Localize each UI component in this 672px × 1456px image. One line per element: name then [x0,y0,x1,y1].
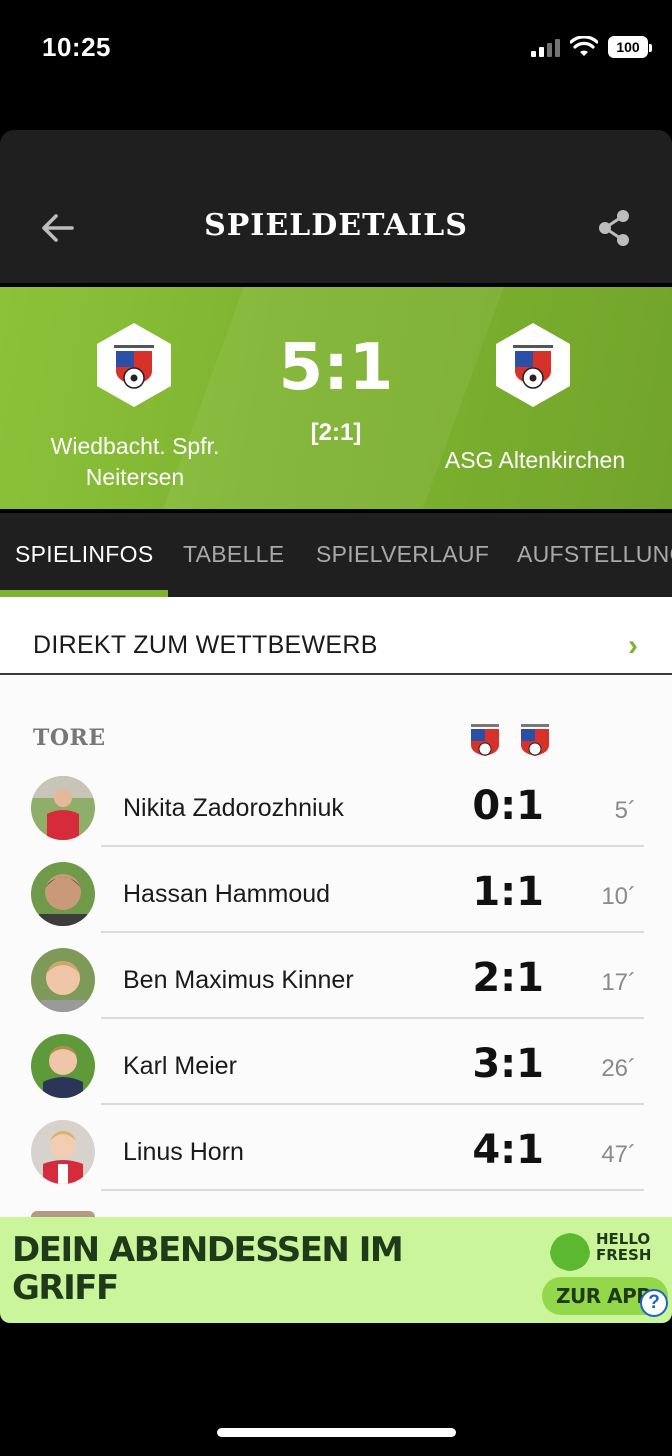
scorer-name: Karl Meier [123,1052,237,1080]
competition-link[interactable]: DIREKT ZUM WETTBEWERB › [0,597,672,675]
home-team-mini-logo [471,724,499,756]
tab-bar: SPIELINFOS TABELLE SPIELVERLAUF AUFSTELL… [0,513,672,597]
status-icons: 100 [531,36,652,58]
ad-brand-name: HELLO FRESH [596,1231,651,1263]
goal-score: 3:1 [472,1041,544,1087]
battery-icon: 100 [608,36,652,58]
goal-row[interactable]: Hassan Hammoud 1:1 10´ [0,847,672,933]
share-icon [599,210,629,246]
goal-minute: 5´ [614,797,636,824]
ad-headline-line-1: DEIN ABENDESSEN IM [12,1230,404,1270]
ad-brand-line-2: FRESH [596,1246,652,1264]
player-avatar [31,948,95,1012]
home-team-name[interactable]: Wiedbacht. Spfr. Neitersen [30,431,240,493]
ad-help-icon[interactable]: ? [640,1289,668,1317]
ad-brand-line-1: HELLO [596,1230,651,1248]
ad-banner[interactable]: DEIN ABENDESSEN IM GRIFF HELLO FRESH ZUR… [0,1217,672,1323]
halftime-score: [2:1] [310,419,362,446]
player-avatar [31,1034,95,1098]
home-team-logo[interactable] [94,321,174,409]
away-team-logo[interactable] [493,321,573,409]
goal-score: 1:1 [472,869,544,915]
status-time: 10:25 [42,32,111,62]
top-app-bar: SPIELDETAILS [0,130,672,283]
wifi-icon [570,36,598,56]
away-team-mini-logo [521,724,549,756]
cellular-signal-icon [531,37,560,57]
app-screen: SPIELDETAILS Wiedbacht. Spfr. Neitersen … [0,130,672,1456]
goal-row[interactable]: Linus Horn 4:1 47´ [0,1105,672,1191]
row-divider [101,1189,644,1191]
goal-minute: 26´ [601,1055,636,1082]
player-avatar [31,1120,95,1184]
page-title: SPIELDETAILS [204,208,468,243]
competition-link-label: DIREKT ZUM WETTBEWERB [33,631,378,659]
ad-headline-line-2: GRIFF [12,1268,119,1308]
goal-minute: 17´ [601,969,636,996]
match-scoreboard: Wiedbacht. Spfr. Neitersen 5:1 [2:1] ASG… [0,287,672,509]
goal-minute: 10´ [601,883,636,910]
scorer-name: Linus Horn [123,1138,244,1166]
scorer-name: Hassan Hammoud [123,880,331,908]
goal-minute: 47´ [601,1141,636,1168]
chevron-right-icon: › [628,629,638,662]
status-bar: 10:25 100 [0,0,672,100]
ad-headline: DEIN ABENDESSEN IM GRIFF [12,1230,404,1308]
scorer-name: Nikita Zadorozhniuk [123,794,344,822]
player-avatar [31,776,95,840]
goals-heading: TORE [33,725,106,751]
share-button[interactable] [592,206,636,250]
tab-aufstellung[interactable]: AUFSTELLUNG [517,541,672,568]
goal-row[interactable]: Karl Meier 3:1 26´ [0,1019,672,1105]
goal-score: 2:1 [472,955,544,1001]
goal-score: 0:1 [472,783,544,829]
active-tab-indicator [0,590,168,597]
goal-row[interactable]: Nikita Zadorozhniuk 0:1 5´ [0,761,672,847]
tab-spielinfos[interactable]: SPIELINFOS [15,541,153,568]
final-score: 5:1 [278,331,394,405]
tab-spielverlauf[interactable]: SPIELVERLAUF [316,541,489,568]
away-team-name[interactable]: ASG Altenkirchen [430,445,640,476]
home-indicator[interactable] [217,1428,456,1437]
scorer-name: Ben Maximus Kinner [123,966,354,994]
tab-tabelle[interactable]: TABELLE [183,541,284,568]
player-avatar [31,862,95,926]
match-info-panel: DIREKT ZUM WETTBEWERB › TORE Nikita Zado… [0,597,672,1217]
goal-row[interactable]: Ben Maximus Kinner 2:1 17´ [0,933,672,1019]
goal-score: 4:1 [472,1127,544,1173]
